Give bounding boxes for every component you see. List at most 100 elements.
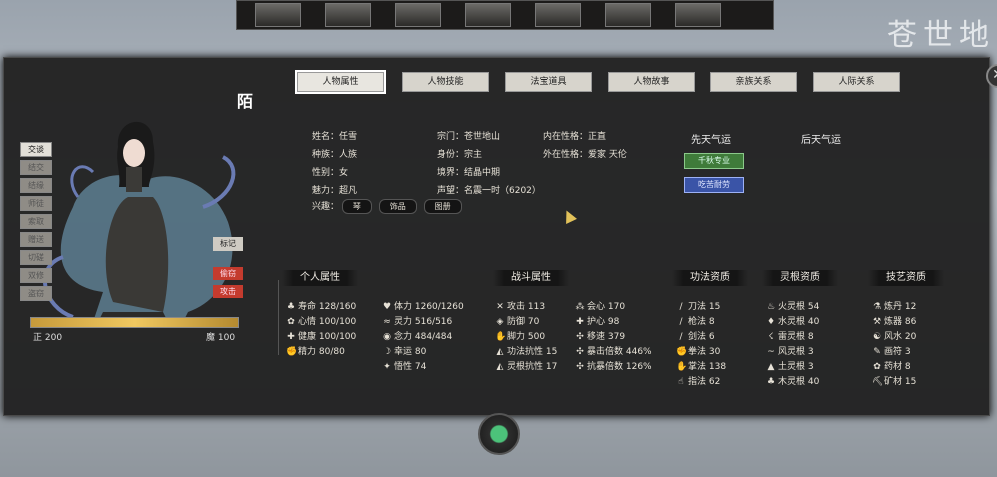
demand-button[interactable]: 索取 [20,214,52,229]
stat-label: 药材 [884,362,905,372]
stat-label: 剑法 [688,332,709,342]
portrait-thumb[interactable] [395,3,441,27]
stat-row: ✣ 暴击倍数 446% [575,344,651,357]
bottom-orb-button[interactable] [478,413,520,455]
stat-label: 健康 [298,332,319,342]
tab-character-skills[interactable]: 人物技能 [402,72,489,92]
stat-row: ♦ 水灵根 40 [766,314,819,327]
portrait-thumb[interactable] [255,3,301,27]
stat-icon: ✣ [576,362,584,372]
race-field: 种族：人族 [312,150,358,160]
stat-row: ⚗ 炼丹 12 [872,299,916,312]
stat-row: ~ 风灵根 3 [766,344,813,357]
steal-button[interactable]: 偷窃 [213,267,243,280]
stat-row: ♥ 体力 1260/1260 [382,299,464,312]
tab-treasures[interactable]: 法宝道具 [505,72,592,92]
stat-row: ✣ 移速 379 [575,329,625,342]
portrait-thumb[interactable] [325,3,371,27]
stat-row: ✣ 抗暴倍数 126% [575,359,652,372]
stat-label: 刀法 [688,302,709,312]
stat-label: 灵力 [394,317,415,327]
skill-aptitude-header: 功法资质 [672,270,748,286]
stat-label: 幸运 [394,347,415,357]
stat-row: ⚒ 炼器 86 [872,314,916,327]
attack-button[interactable]: 攻击 [213,285,243,298]
talk-button[interactable]: 交谈 [20,142,52,157]
tab-character-attributes[interactable]: 人物属性 [295,70,386,94]
gift-button[interactable]: 赠送 [20,232,52,247]
stat-row: ✋掌法 138 [676,359,726,372]
stat-value: 15 [545,347,558,357]
stat-value: 8 [807,332,814,342]
combat-attributes-header: 战斗属性 [493,270,569,286]
stat-icon: / [679,302,683,312]
marry-button[interactable]: 结缘 [20,178,52,193]
stat-value: 62 [708,377,721,387]
stat-value: 86 [904,317,917,327]
surname-seal: 陌 [237,92,254,111]
stat-label: 火灵根 [778,302,808,312]
stat-icon: ◭ [496,362,504,372]
portrait-thumb[interactable] [465,3,511,27]
outer-personality-field: 外在性格：爱家 天伦 [543,150,627,160]
stat-icon: ✋ [495,332,507,342]
stat-label: 木灵根 [778,377,808,387]
stat-icon: ✚ [576,317,584,327]
stat-row: ◈ 防御 70 [495,314,540,327]
stat-row: ✚ 健康 100/100 [286,329,356,342]
stat-icon: ☯ [872,332,882,342]
stat-row: ✊拳法 30 [676,344,720,357]
mark-button[interactable]: 标记 [213,237,243,251]
stat-value: 15 [904,377,917,387]
stat-row: ✊精力 80/80 [286,344,345,357]
innate-fortune-blue[interactable]: 吃苦耐劳 [684,177,744,193]
stat-label: 掌法 [688,362,709,372]
stat-row: ♣ 寿命 128/160 [286,299,356,312]
portrait-thumb[interactable] [675,3,721,27]
art-aptitude-header: 技艺资质 [868,270,944,286]
stat-icon: ✋ [676,362,688,372]
tab-social-relations[interactable]: 人际关系 [813,72,900,92]
stat-value: 12 [904,302,917,312]
stat-label: 精力 [298,347,319,357]
portrait-thumb[interactable] [535,3,581,27]
stat-value: 1260/1260 [414,302,464,312]
innate-fortune-title: 先天气运 [691,135,731,146]
demonic-value: 魔 100 [206,333,236,343]
stat-value: 98 [607,317,620,327]
stat-value: 15 [708,302,721,312]
stat-label: 移速 [587,332,608,342]
stat-label: 心情 [298,317,319,327]
stat-label: 暴击倍数 [587,347,626,357]
innate-fortune-green[interactable]: 千秋专业 [684,153,744,169]
steal-side-button[interactable]: 盗窃 [20,286,52,301]
righteous-value: 正 200 [33,333,63,343]
stat-icon: ◉ [383,332,391,342]
tab-character-story[interactable]: 人物故事 [608,72,695,92]
befriend-button[interactable]: 结交 [20,160,52,175]
stat-icon: ♣ [286,302,296,312]
stat-icon: ≈ [383,317,391,327]
stat-label: 炼丹 [884,302,905,312]
stat-icon: ♦ [766,317,776,327]
stat-icon: ▲ [767,362,775,372]
stat-value: 126% [625,362,652,372]
stat-row: ✎ 画符 3 [872,344,911,357]
dual-cultivation-button[interactable]: 双修 [20,268,52,283]
stat-value: 516/516 [414,317,453,327]
stat-label: 风灵根 [778,347,808,357]
tab-family-relations[interactable]: 亲族关系 [710,72,797,92]
hobbies-field: 兴趣： 琴 饰品 图册 [312,199,466,214]
divider [278,280,279,355]
stat-row: ☇ 雷灵根 8 [766,329,814,342]
hobbies-label: 兴趣： [312,202,340,212]
stat-icon: ⚗ [872,302,882,312]
portrait-thumb[interactable] [605,3,651,27]
stat-label: 水灵根 [778,317,808,327]
mentor-button[interactable]: 师徒 [20,196,52,211]
stat-icon: ✊ [286,347,298,357]
stat-value: 3 [904,347,911,357]
stat-label: 防御 [507,317,528,327]
stat-label: 护心 [587,317,608,327]
spar-button[interactable]: 切磋 [20,250,52,265]
